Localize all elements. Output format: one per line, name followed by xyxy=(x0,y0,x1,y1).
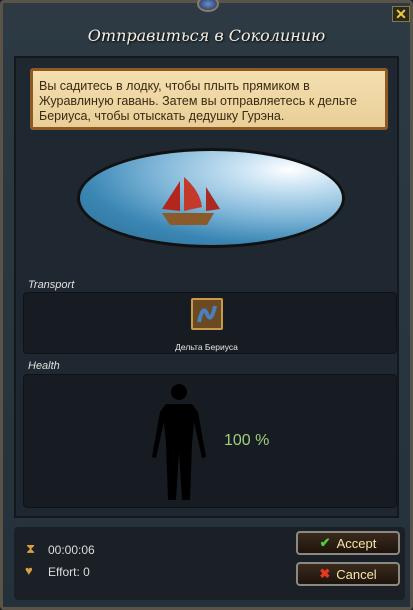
cancel-label: Cancel xyxy=(336,566,377,582)
cancel-button[interactable]: ✖ Cancel xyxy=(296,562,400,586)
effort-text: Effort: 0 xyxy=(48,565,90,579)
heart-icon: ♥ xyxy=(25,563,33,578)
description-text: Вы садитесь в лодку, чтобы плыть прямико… xyxy=(30,68,388,130)
health-label: Health xyxy=(28,360,60,372)
health-panel xyxy=(23,374,397,508)
accept-button[interactable]: ✔ Accept xyxy=(296,531,400,555)
ship-icon xyxy=(162,177,220,225)
body-silhouette-icon xyxy=(152,384,206,500)
accept-label: Accept xyxy=(336,535,377,551)
hourglass-icon: ⧗ xyxy=(26,541,36,556)
sea-scene-image xyxy=(77,148,345,248)
transport-label: Transport xyxy=(28,279,75,291)
transport-item-name: Дельта Бериуса xyxy=(175,342,238,352)
close-button[interactable]: ✕ xyxy=(392,6,410,22)
timer-text: 00:00:06 xyxy=(48,543,95,557)
x-icon: ✖ xyxy=(319,566,331,581)
map-scroll-icon[interactable] xyxy=(191,298,223,330)
check-icon: ✔ xyxy=(319,535,331,550)
health-value: 100 % xyxy=(224,432,270,449)
window-title: Отправиться в Соколинию xyxy=(87,26,326,45)
